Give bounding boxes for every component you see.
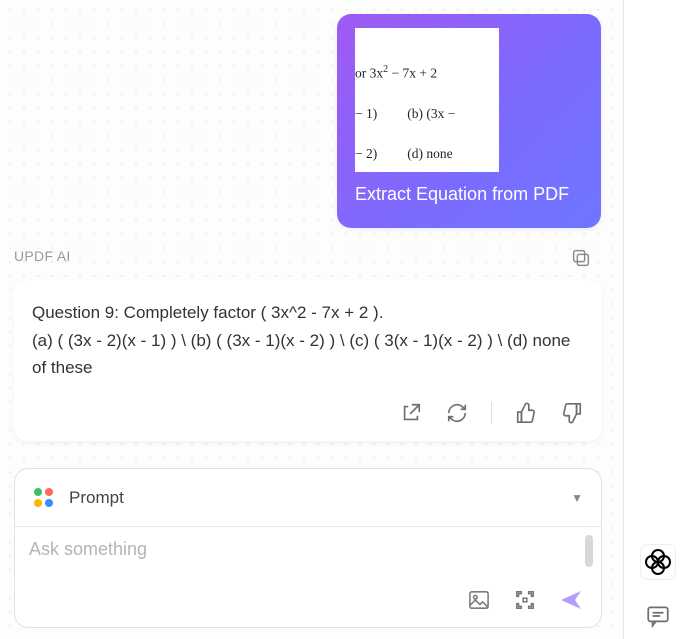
- prompt-scrollbar[interactable]: [585, 535, 593, 567]
- attach-image-button[interactable]: [467, 588, 491, 612]
- ai-response-options: (a) ( (3x - 2)(x - 1) ) \ (b) ( (3x - 1)…: [32, 328, 584, 381]
- prompt-input[interactable]: [29, 539, 583, 583]
- main-column: or 3x2 − 7x + 2 − 1) (b) (3x − − 2) (d) …: [0, 0, 624, 639]
- prompt-header-label: Prompt: [69, 488, 557, 508]
- updf-logo-button[interactable]: [640, 544, 676, 580]
- screenshot-button[interactable]: [513, 588, 537, 612]
- thumbs-down-icon: [561, 402, 583, 424]
- thumb-text: − 7x + 2: [388, 66, 437, 81]
- thumbs-up-button[interactable]: [514, 401, 538, 425]
- open-external-button[interactable]: [399, 401, 423, 425]
- external-link-icon: [400, 402, 422, 424]
- caret-down-icon: ▼: [571, 491, 583, 505]
- send-button[interactable]: [559, 588, 583, 612]
- prompt-card: Prompt ▼: [14, 468, 602, 628]
- prompt-footer: [29, 583, 583, 617]
- comments-button[interactable]: [640, 598, 676, 634]
- divider: [491, 402, 492, 424]
- prompt-header[interactable]: Prompt ▼: [15, 469, 601, 527]
- thumb-line-3: − 2) (d) none: [355, 146, 489, 162]
- copy-icon: [570, 247, 592, 269]
- ai-action-bar: [32, 395, 584, 431]
- prompt-body: [15, 527, 601, 627]
- thumbs-down-button[interactable]: [560, 401, 584, 425]
- refresh-icon: [446, 402, 468, 424]
- right-rail: [624, 0, 693, 639]
- user-message-caption: Extract Equation from PDF: [355, 184, 583, 205]
- thumb-text: (d) none: [407, 146, 452, 162]
- thumb-text: or 3x: [355, 66, 383, 81]
- prompt-dots-icon: [33, 487, 55, 509]
- thumb-line-2: − 1) (b) (3x −: [355, 106, 489, 122]
- thumb-text: − 1): [355, 106, 377, 122]
- comment-icon: [645, 603, 671, 629]
- thumb-line-1: or 3x2 − 7x + 2: [355, 64, 489, 82]
- crop-icon: [514, 589, 536, 611]
- regenerate-button[interactable]: [445, 401, 469, 425]
- image-icon: [468, 590, 490, 610]
- ai-response-question: Question 9: Completely factor ( 3x^2 - 7…: [32, 300, 584, 326]
- thumb-text: − 2): [355, 146, 377, 162]
- updf-logo-icon: [646, 550, 670, 574]
- thumbs-up-icon: [515, 402, 537, 424]
- user-message-card: or 3x2 − 7x + 2 − 1) (b) (3x − − 2) (d) …: [337, 14, 601, 228]
- ai-source-label: UPDF AI: [14, 248, 71, 264]
- thumb-text: (b) (3x −: [407, 106, 455, 122]
- copy-button[interactable]: [569, 246, 593, 270]
- send-icon: [559, 589, 583, 611]
- pdf-thumbnail: or 3x2 − 7x + 2 − 1) (b) (3x − − 2) (d) …: [355, 28, 499, 172]
- ai-response-card: Question 9: Completely factor ( 3x^2 - 7…: [14, 280, 602, 441]
